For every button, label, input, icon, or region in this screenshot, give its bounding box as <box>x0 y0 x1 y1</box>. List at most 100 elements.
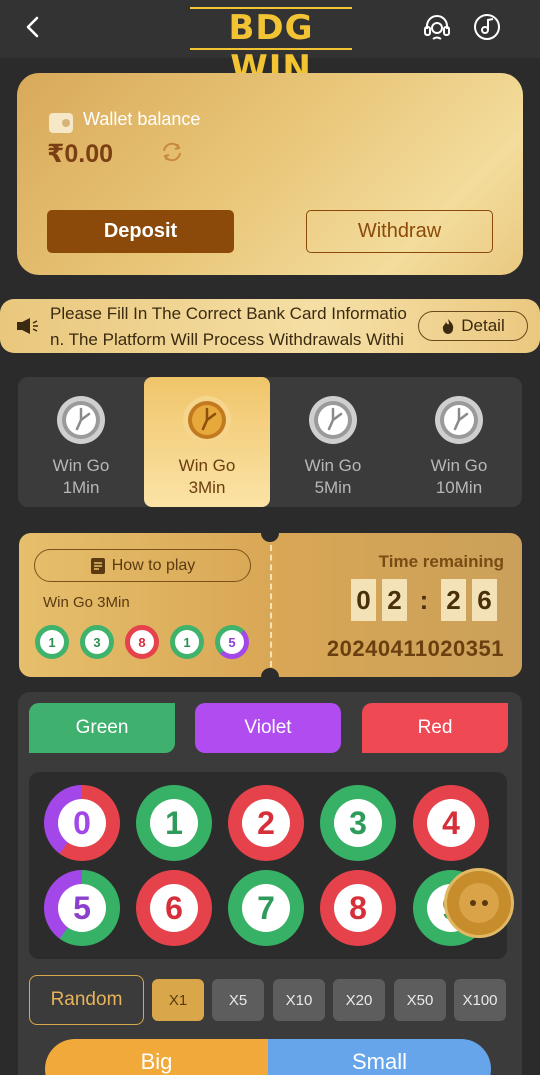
notice-line-1: Please Fill In The Correct Bank Card Inf… <box>50 304 407 323</box>
result-ball: 1 <box>35 625 69 659</box>
number-grid: 0 1 2 3 4 5 6 7 8 <box>29 772 507 959</box>
back-button[interactable] <box>16 10 50 44</box>
period-number: 20240411020351 <box>326 636 504 661</box>
tab-label-line2: 10Min <box>435 478 483 497</box>
multiplier-x5[interactable]: X5 <box>212 979 264 1021</box>
number-ball-2[interactable]: 2 <box>228 785 304 861</box>
number-label: 1 <box>150 799 198 847</box>
result-ball: 8 <box>125 625 159 659</box>
detail-button[interactable]: Detail <box>418 311 528 341</box>
small-button[interactable]: Small <box>268 1039 491 1075</box>
timer-colon: : <box>419 584 429 615</box>
big-small-toggle: Big Small <box>45 1039 491 1075</box>
tab-win-go-3min[interactable]: Win Go 3Min <box>144 377 270 507</box>
music-toggle-button[interactable] <box>470 10 504 44</box>
multiplier-x20[interactable]: X20 <box>333 979 385 1021</box>
number-ball-1[interactable]: 1 <box>136 785 212 861</box>
number-label: 2 <box>242 799 290 847</box>
number-ball-4[interactable]: 4 <box>413 785 489 861</box>
top-bar: BDG WIN <box>0 0 540 88</box>
tab-label-line2: 1Min <box>62 478 100 497</box>
number-label: 6 <box>150 884 198 932</box>
timer-digit: 6 <box>472 579 497 621</box>
tab-label: Win Go 3Min <box>144 455 270 499</box>
clock-icon <box>183 396 231 444</box>
game-mode-tabs: Win Go 1Min Win Go 3Min Win Go 5Min Win … <box>18 377 522 507</box>
wallet-amount: ₹0.00 <box>47 140 114 168</box>
ticket-game-name: Win Go 3Min <box>43 594 130 611</box>
bet-violet-button[interactable]: Violet <box>195 703 341 753</box>
number-ball-8[interactable]: 8 <box>320 870 396 946</box>
time-remaining-label: Time remaining <box>378 552 504 571</box>
wallet-label: Wallet balance <box>83 109 201 129</box>
how-to-play-button[interactable]: How to play <box>34 549 251 582</box>
number-ball-7[interactable]: 7 <box>228 870 304 946</box>
customer-service-button[interactable] <box>420 10 454 44</box>
flame-icon <box>443 319 454 334</box>
number-ball-6[interactable]: 6 <box>136 870 212 946</box>
random-button[interactable]: Random <box>29 975 144 1025</box>
notice-bar: Please Fill In The Correct Bank Card Inf… <box>0 299 540 353</box>
multiplier-x1[interactable]: X1 <box>152 979 204 1021</box>
clock-icon <box>309 396 357 444</box>
clock-icon <box>57 396 105 444</box>
deposit-button[interactable]: Deposit <box>47 210 234 253</box>
timer-digit: 2 <box>441 579 466 621</box>
tab-win-go-5min[interactable]: Win Go 5Min <box>270 377 396 507</box>
number-ball-0[interactable]: 0 <box>44 785 120 861</box>
page: BDG WIN Wallet balance ₹0.00 Deposit Wit… <box>0 0 540 1075</box>
clock-icon <box>435 396 483 444</box>
result-ball: 1 <box>170 625 204 659</box>
detail-label: Detail <box>461 316 505 335</box>
countdown-timer: 0 2 : 2 6 <box>351 579 503 621</box>
ticket-divider <box>270 545 272 667</box>
bet-red-button[interactable]: Red <box>362 703 508 753</box>
rules-book-icon <box>90 557 105 574</box>
how-to-play-label: How to play <box>111 556 196 574</box>
multiplier-x50[interactable]: X50 <box>394 979 446 1021</box>
chat-bubble-icon[interactable] <box>444 868 514 938</box>
ticket-notch-top <box>261 533 279 542</box>
music-note-icon <box>474 14 500 40</box>
number-label: 5 <box>58 884 106 932</box>
number-ball-3[interactable]: 3 <box>320 785 396 861</box>
wallet-icon <box>49 113 73 133</box>
logo-bottom-rule <box>190 48 352 50</box>
number-ball-5[interactable]: 5 <box>44 870 120 946</box>
headset-icon <box>424 15 450 40</box>
tab-label-line2: 3Min <box>188 478 226 497</box>
withdraw-button[interactable]: Withdraw <box>306 210 493 253</box>
ticket-notch-bottom <box>261 668 279 677</box>
tab-win-go-1min[interactable]: Win Go 1Min <box>18 377 144 507</box>
number-label: 0 <box>58 799 106 847</box>
big-button[interactable]: Big <box>45 1039 268 1075</box>
number-label: 3 <box>334 799 382 847</box>
tab-label-line1: Win Go <box>178 456 236 475</box>
chevron-left-icon <box>26 16 39 38</box>
result-ball: 5 <box>215 625 249 659</box>
notice-text: Please Fill In The Correct Bank Card Inf… <box>50 301 412 353</box>
multiplier-x10[interactable]: X10 <box>273 979 325 1021</box>
refresh-icon[interactable] <box>159 139 185 165</box>
result-ball: 3 <box>80 625 114 659</box>
tab-label-line1: Win Go <box>52 456 110 475</box>
timer-digit: 2 <box>382 579 407 621</box>
megaphone-icon <box>17 318 38 334</box>
tab-label: Win Go 5Min <box>270 455 396 499</box>
number-label: 4 <box>427 799 475 847</box>
round-ticket: How to play Win Go 3Min 1 3 8 1 5 Time r… <box>19 533 522 677</box>
bet-green-button[interactable]: Green <box>29 703 175 753</box>
app-logo: BDG WIN <box>190 4 352 88</box>
tab-label: Win Go 1Min <box>18 455 144 499</box>
multiplier-x100[interactable]: X100 <box>454 979 506 1021</box>
recent-results: 1 3 8 1 5 <box>35 625 255 659</box>
number-label: 7 <box>242 884 290 932</box>
tab-label-line2: 5Min <box>314 478 352 497</box>
timer-digit: 0 <box>351 579 376 621</box>
tab-label-line1: Win Go <box>304 456 362 475</box>
notice-line-2: n. The Platform Will Process Withdrawals… <box>50 330 404 349</box>
wallet-card: Wallet balance ₹0.00 Deposit Withdraw <box>17 73 523 275</box>
tab-label-line1: Win Go <box>430 456 488 475</box>
tab-label: Win Go 10Min <box>396 455 522 499</box>
tab-win-go-10min[interactable]: Win Go 10Min <box>396 377 522 507</box>
